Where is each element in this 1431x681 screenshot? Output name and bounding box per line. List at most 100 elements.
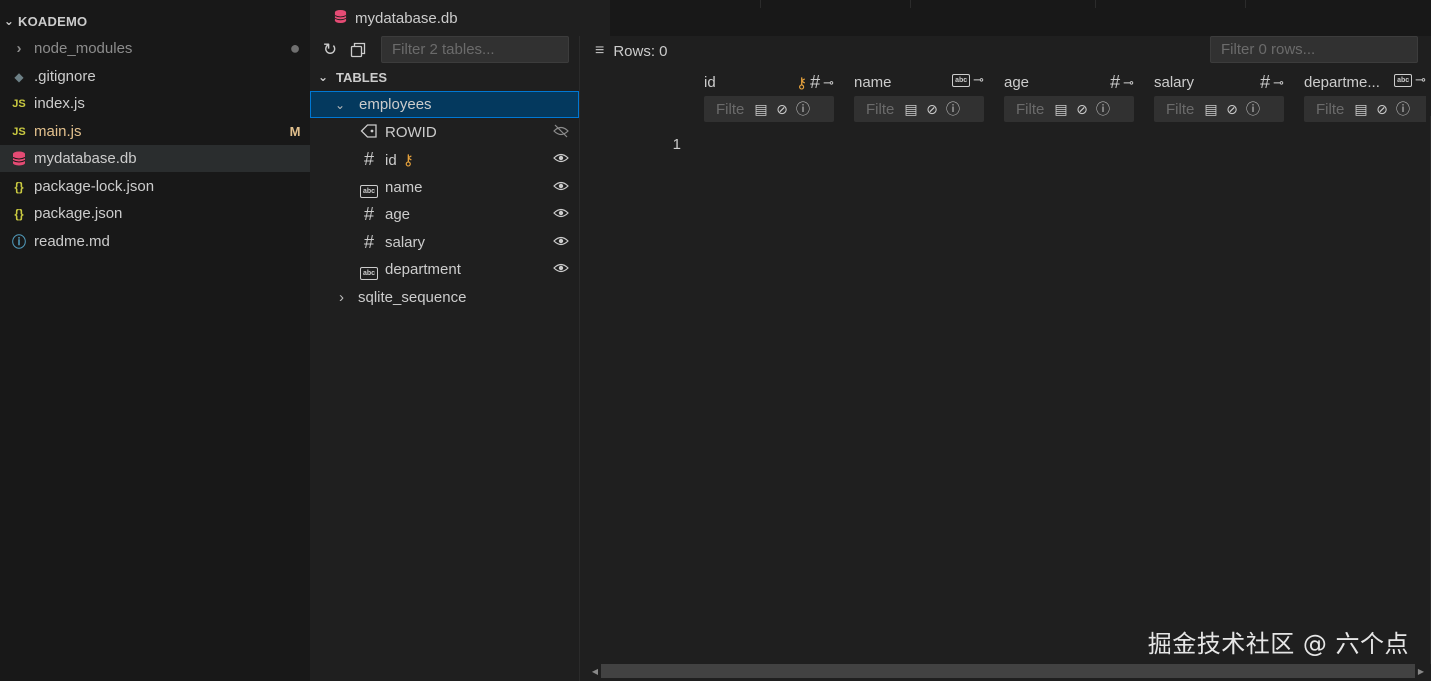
column-name: id — [385, 151, 397, 169]
tree-item-node-modules[interactable]: › node_modules ● — [0, 35, 310, 62]
json-icon: {} — [14, 179, 24, 194]
text-type-icon: abc — [358, 177, 380, 198]
tree-item-gitignore[interactable]: ◆ .gitignore — [0, 63, 310, 90]
section-title: TABLES — [336, 69, 388, 85]
filter-mode-icon[interactable]: ▤ — [1201, 99, 1221, 119]
chevron-down-icon: ⌄ — [317, 70, 329, 84]
null-icon[interactable]: ⊘ — [922, 99, 942, 119]
horizontal-scrollbar[interactable]: ◀ ▶ — [589, 664, 1427, 678]
column-name: department — [385, 261, 461, 278]
chevron-right-icon: › — [16, 40, 22, 57]
hash-icon: # — [363, 232, 374, 252]
hash-icon: # — [363, 149, 374, 169]
column-filter-input[interactable] — [1304, 97, 1350, 121]
tab-divider — [910, 0, 911, 8]
column-header-age[interactable]: age # ⊸ ▤ ⊘ ⓘ — [1004, 72, 1134, 124]
refresh-icon[interactable]: ↻ — [318, 38, 342, 62]
tree-item-index-js[interactable]: JS index.js — [0, 90, 310, 117]
hash-icon: # — [810, 72, 821, 92]
tab-divider — [1245, 0, 1246, 8]
column-item-age[interactable]: # age — [310, 201, 579, 228]
hash-icon: # — [1260, 72, 1271, 92]
filter-mode-icon[interactable]: ▤ — [1051, 99, 1071, 119]
null-icon[interactable]: ⊘ — [1072, 99, 1092, 119]
scroll-right-icon[interactable]: ▶ — [1415, 667, 1427, 676]
file-name: package.json — [34, 205, 123, 222]
key-icon: ⚷ — [402, 151, 414, 169]
column-header-id[interactable]: id ⚷ # ⊸ ▤ ⊘ ⓘ — [704, 72, 834, 124]
scrollbar-thumb[interactable] — [601, 664, 1415, 678]
tree-item-main-js[interactable]: JS main.js M — [0, 118, 310, 145]
file-name: readme.md — [34, 233, 110, 250]
null-icon[interactable]: ⊘ — [772, 99, 792, 119]
tab-mydatabase-db[interactable]: mydatabase.db — [310, 0, 610, 36]
column-header-name: salary — [1154, 74, 1195, 91]
folder-header[interactable]: ⌄ KOADEMO — [0, 8, 310, 34]
pin-icon[interactable]: ⊸ — [1273, 75, 1284, 91]
column-header-salary[interactable]: salary # ⊸ ▤ ⊘ ⓘ — [1154, 72, 1284, 124]
column-header-name: name — [854, 74, 892, 91]
tree-item-readme-md[interactable]: ⓘ readme.md — [0, 228, 310, 255]
alert-icon[interactable]: ⓘ — [943, 99, 963, 119]
pin-icon[interactable]: ⊸ — [1123, 75, 1134, 91]
table-item-employees[interactable]: ⌄ employees — [310, 91, 579, 118]
eye-icon[interactable] — [551, 207, 571, 222]
column-item-id[interactable]: # id ⚷ — [310, 146, 579, 173]
copy-icon[interactable] — [346, 38, 370, 62]
column-item-rowid[interactable]: ROWID — [310, 119, 579, 146]
column-filter-input[interactable] — [704, 97, 750, 121]
eye-icon[interactable] — [551, 262, 571, 277]
rows-count: Rows: 0 — [613, 42, 668, 60]
scroll-left-icon[interactable]: ◀ — [589, 667, 601, 676]
tables-section-header[interactable]: ⌄ TABLES — [310, 66, 580, 88]
database-icon — [334, 9, 347, 27]
alert-icon[interactable]: ⓘ — [1393, 99, 1413, 119]
column-name: name — [385, 179, 423, 196]
column-filter: ▤ ⊘ ⓘ — [854, 96, 984, 122]
tree-item-mydatabase-db[interactable]: mydatabase.db — [0, 145, 310, 172]
column-filter-input[interactable] — [1154, 97, 1200, 121]
status-dot: ● — [289, 38, 301, 58]
column-header-name: id — [704, 74, 716, 91]
column-filter-input[interactable] — [854, 97, 900, 121]
column-header-icons: abc ⊸ — [952, 72, 984, 88]
filter-mode-icon[interactable]: ▤ — [1351, 99, 1371, 119]
file-name: node_modules — [34, 40, 133, 57]
column-filter-input[interactable] — [1004, 97, 1050, 121]
file-name: mydatabase.db — [34, 150, 137, 167]
column-header-name[interactable]: name abc ⊸ ▤ ⊘ ⓘ — [854, 72, 984, 124]
file-name: index.js — [34, 95, 85, 112]
watermark: 掘金技术社区 @ 六个点 — [1147, 630, 1409, 658]
hash-icon: # — [363, 204, 374, 224]
pin-icon[interactable]: ⊸ — [823, 75, 834, 91]
filter-mode-icon[interactable]: ▤ — [751, 99, 771, 119]
info-icon: ⓘ — [12, 233, 26, 250]
eye-icon[interactable] — [551, 235, 571, 250]
tree-item-package-json[interactable]: {} package.json — [0, 200, 310, 227]
column-name: salary — [385, 234, 426, 251]
grid-body — [581, 163, 1429, 663]
alert-icon[interactable]: ⓘ — [1093, 99, 1113, 119]
alert-icon[interactable]: ⓘ — [793, 99, 813, 119]
table-name: employees — [359, 96, 432, 113]
alert-icon[interactable]: ⓘ — [1243, 99, 1263, 119]
column-item-salary[interactable]: # salary — [310, 229, 579, 256]
column-item-name[interactable]: abc name — [310, 174, 579, 201]
column-header-department[interactable]: departme... abc ⊸ ▤ ⊘ ⓘ — [1304, 72, 1426, 124]
column-item-department[interactable]: abc department — [310, 256, 579, 283]
table-item-sqlite-sequence[interactable]: › sqlite_sequence — [310, 284, 579, 311]
null-icon[interactable]: ⊘ — [1222, 99, 1242, 119]
eye-closed-icon[interactable] — [551, 124, 571, 141]
column-header-icons: # ⊸ — [1260, 72, 1284, 93]
filter-tables-input[interactable] — [381, 36, 569, 63]
eye-icon[interactable] — [551, 180, 571, 195]
tree-item-package-lock-json[interactable]: {} package-lock.json — [0, 173, 310, 200]
pin-icon[interactable]: ⊸ — [1415, 72, 1426, 88]
null-icon[interactable]: ⊘ — [1372, 99, 1392, 119]
filter-rows-input[interactable] — [1210, 36, 1418, 63]
eye-icon[interactable] — [551, 152, 571, 167]
js-icon: JS — [12, 125, 26, 138]
filter-mode-icon[interactable]: ▤ — [901, 99, 921, 119]
text-type-icon: abc — [1394, 73, 1413, 87]
pin-icon[interactable]: ⊸ — [973, 72, 984, 88]
